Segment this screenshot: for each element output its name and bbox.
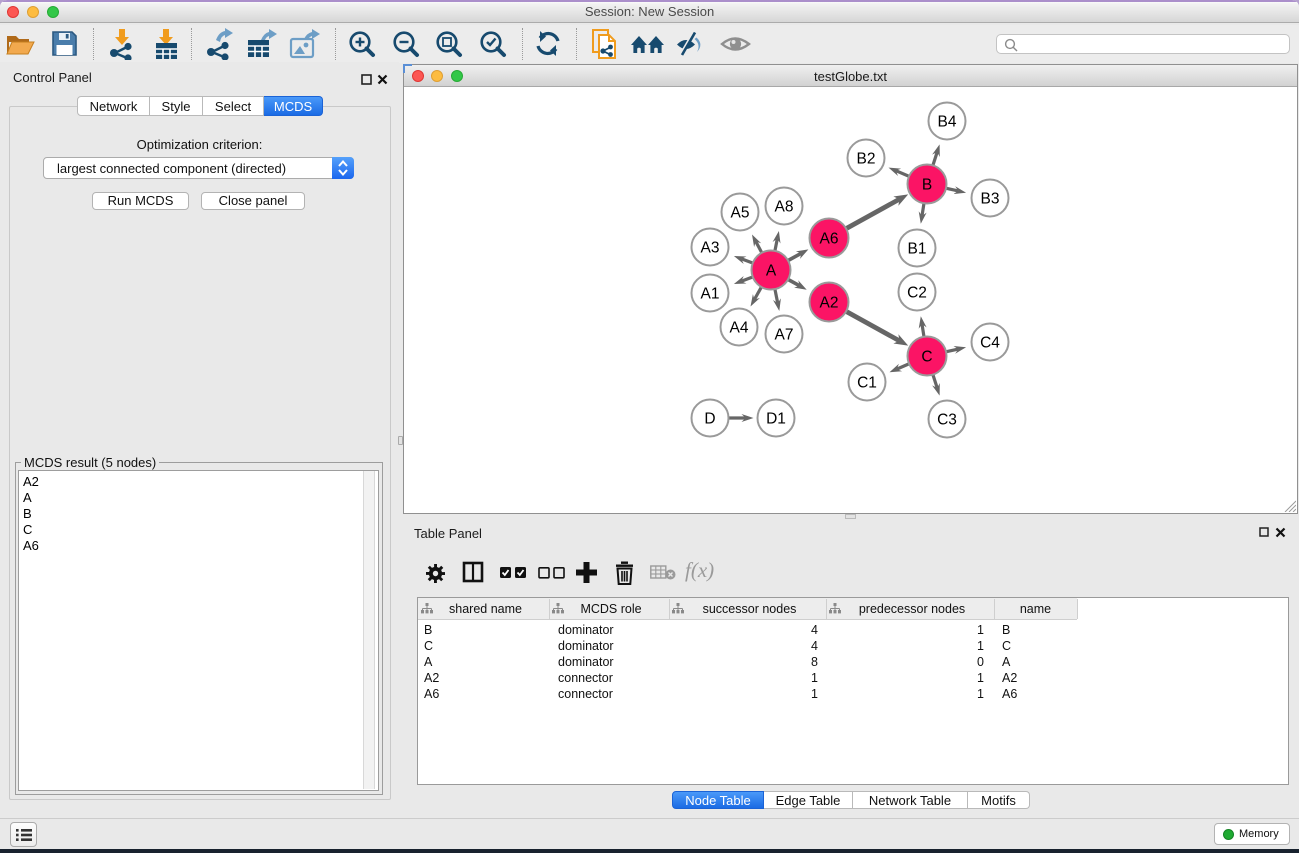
svg-text:C: C — [921, 349, 932, 366]
svg-text:A1: A1 — [701, 286, 720, 303]
svg-text:D: D — [704, 411, 715, 428]
svg-text:B2: B2 — [857, 151, 876, 168]
svg-text:A3: A3 — [701, 240, 720, 257]
svg-text:B1: B1 — [908, 241, 927, 258]
svg-text:A: A — [766, 263, 777, 280]
svg-text:C2: C2 — [907, 285, 927, 302]
svg-text:B: B — [922, 177, 932, 194]
svg-text:D1: D1 — [766, 411, 786, 428]
svg-text:A2: A2 — [820, 295, 839, 312]
svg-text:A6: A6 — [820, 231, 839, 248]
svg-text:A4: A4 — [730, 320, 749, 337]
svg-text:C3: C3 — [937, 412, 957, 429]
svg-text:A7: A7 — [775, 327, 794, 344]
svg-text:A5: A5 — [731, 205, 750, 222]
svg-text:C4: C4 — [980, 335, 1000, 352]
svg-text:A8: A8 — [775, 199, 794, 216]
svg-text:B3: B3 — [981, 191, 1000, 208]
svg-text:B4: B4 — [938, 114, 957, 131]
svg-text:C1: C1 — [857, 375, 877, 392]
